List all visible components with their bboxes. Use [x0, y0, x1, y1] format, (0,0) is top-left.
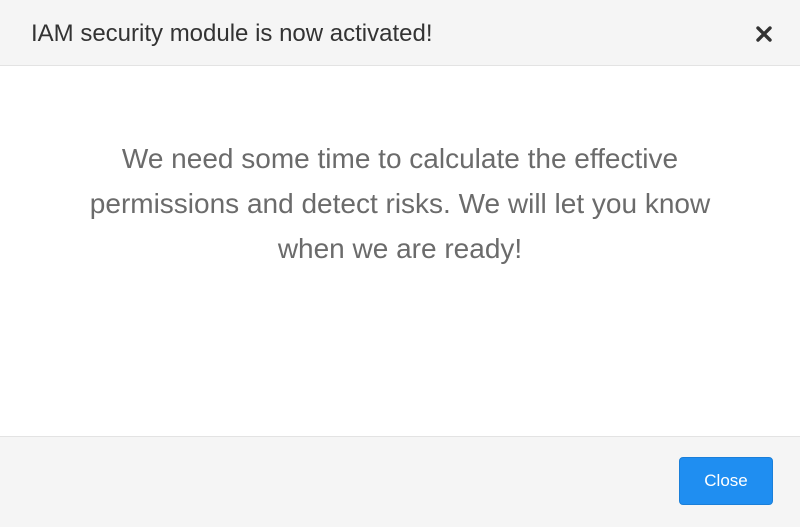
- close-button[interactable]: Close: [679, 457, 773, 505]
- modal-title: IAM security module is now activated!: [31, 20, 433, 47]
- modal-footer: Close: [0, 436, 800, 527]
- activation-modal: IAM security module is now activated! We…: [0, 0, 800, 527]
- modal-body: We need some time to calculate the effec…: [0, 66, 800, 436]
- modal-header: IAM security module is now activated!: [0, 0, 800, 66]
- close-icon-glyph: [756, 26, 772, 42]
- close-icon[interactable]: [752, 22, 776, 46]
- modal-message: We need some time to calculate the effec…: [89, 143, 711, 264]
